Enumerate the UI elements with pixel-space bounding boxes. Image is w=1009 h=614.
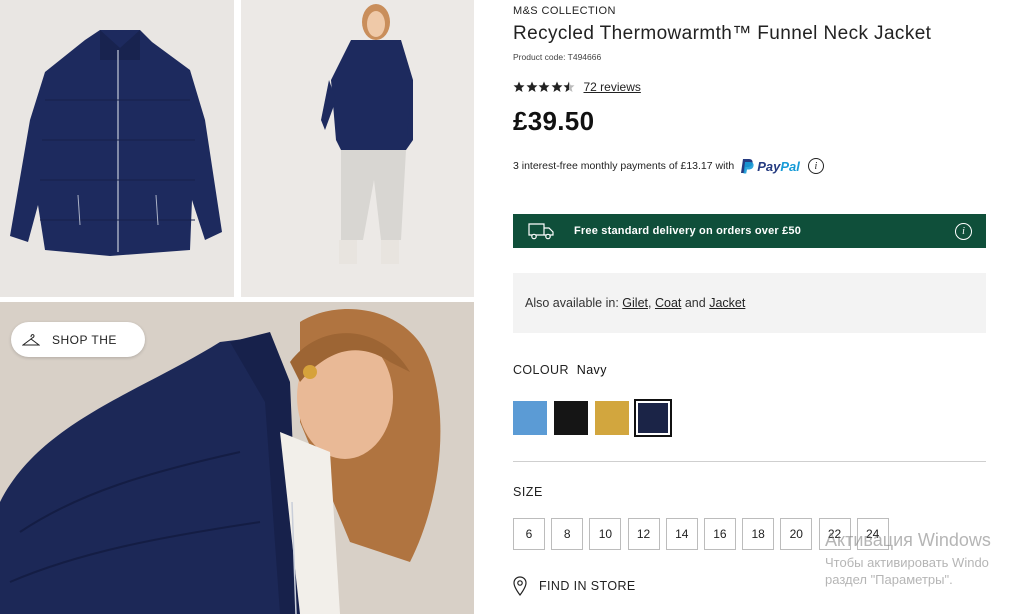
colour-swatch-ochre[interactable]	[595, 401, 629, 435]
find-in-store-label: FIND IN STORE	[539, 579, 636, 593]
product-image-flat[interactable]	[0, 0, 234, 297]
product-image-model-full[interactable]	[241, 0, 474, 297]
product-gallery: SHOP THE	[0, 0, 474, 614]
colour-swatch-light-blue[interactable]	[513, 401, 547, 435]
size-label: SIZE	[513, 485, 543, 499]
size-options: 6 8 10 12 14 16 18 20 22 24	[513, 518, 895, 550]
star-half-icon	[563, 81, 575, 92]
also-available-comma: ,	[648, 296, 652, 310]
also-available-gilet-link[interactable]: Gilet	[622, 296, 648, 310]
star-full-icon	[551, 81, 562, 92]
rating-row: 72 reviews	[513, 80, 641, 94]
size-option-12[interactable]: 12	[627, 518, 660, 550]
find-in-store-link[interactable]: FIND IN STORE	[513, 576, 636, 596]
size-option-22[interactable]: 22	[818, 518, 851, 550]
size-option-8[interactable]: 8	[551, 518, 584, 550]
info-icon[interactable]: i	[807, 158, 824, 174]
paypal-text-pay: Pay	[757, 158, 781, 174]
location-pin-icon	[513, 576, 527, 596]
product-price: £39.50	[513, 106, 595, 136]
watermark-line-3: раздел "Параметры".	[825, 572, 953, 587]
section-divider	[513, 461, 986, 462]
size-option-20[interactable]: 20	[780, 518, 813, 550]
also-available-coat-link[interactable]: Coat	[655, 296, 681, 310]
colour-swatches	[513, 399, 677, 437]
star-full-icon	[526, 81, 537, 92]
installments-text: 3 interest-free monthly payments of £13.…	[513, 160, 735, 172]
shop-the-look-button[interactable]: SHOP THE	[11, 322, 145, 357]
size-option-16[interactable]: 16	[703, 518, 736, 550]
delivery-banner: Free standard delivery on orders over £5…	[513, 214, 986, 248]
size-option-24[interactable]: 24	[856, 518, 889, 550]
colour-selected-value: Navy	[576, 363, 607, 377]
delivery-info-icon[interactable]: i	[955, 223, 972, 240]
paypal-icon	[741, 159, 754, 174]
also-available-box: Also available in: Gilet, Coat and Jacke…	[513, 273, 986, 333]
product-title: Recycled Thermowarmth™ Funnel Neck Jacke…	[513, 23, 932, 44]
star-rating	[513, 81, 576, 93]
size-option-6[interactable]: 6	[513, 518, 545, 550]
size-option-18[interactable]: 18	[742, 518, 775, 550]
brand-label: M&S COLLECTION	[513, 5, 616, 17]
delivery-text: Free standard delivery on orders over £5…	[574, 225, 802, 237]
reviews-link[interactable]: 72 reviews	[584, 80, 641, 94]
star-full-icon	[513, 81, 525, 92]
size-option-10[interactable]: 10	[589, 518, 622, 550]
watermark-line-2: Чтобы активировать Windo	[825, 555, 989, 570]
paypal-logo: PayPal	[740, 158, 800, 174]
paypal-text-pal: Pal	[780, 158, 800, 174]
also-available-prefix: Also available in:	[525, 296, 619, 310]
star-full-icon	[538, 81, 550, 92]
colour-swatch-navy[interactable]	[634, 399, 672, 437]
truck-icon	[528, 223, 554, 240]
colour-swatch-black[interactable]	[554, 401, 588, 435]
also-available-jacket-link[interactable]: Jacket	[709, 296, 745, 310]
hanger-icon	[22, 333, 40, 345]
also-available-and: and	[684, 296, 706, 310]
paypal-installments: 3 interest-free monthly payments of £13.…	[513, 158, 824, 174]
colour-selector-label: COLOUR Navy	[513, 363, 607, 377]
colour-label: COLOUR	[513, 363, 569, 377]
size-option-14[interactable]: 14	[665, 518, 698, 550]
shop-the-label: SHOP THE	[52, 332, 117, 347]
product-code: Product code: T494666	[513, 52, 602, 62]
